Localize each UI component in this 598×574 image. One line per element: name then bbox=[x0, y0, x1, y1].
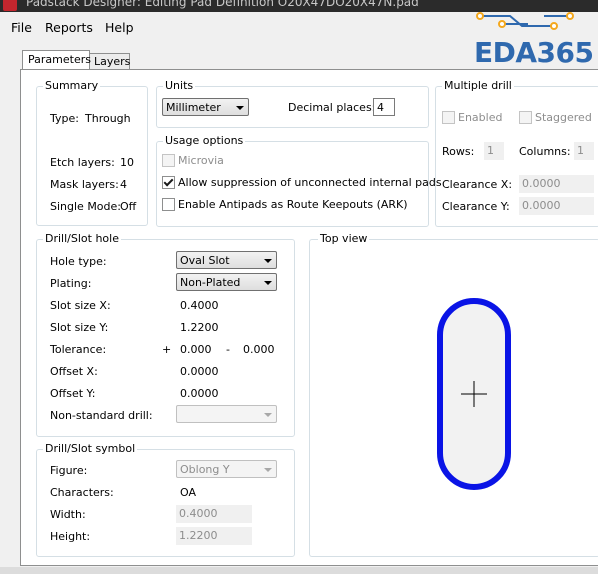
decimal-places-label: Decimal places: bbox=[288, 101, 376, 114]
chevron-down-icon bbox=[264, 413, 272, 417]
clearance-y-input[interactable]: 0.0000 bbox=[519, 197, 594, 215]
type-value: Through bbox=[85, 112, 131, 125]
figure-value: Oblong Y bbox=[180, 463, 230, 476]
plating-value: Non-Plated bbox=[180, 276, 241, 289]
chevron-down-icon bbox=[264, 468, 272, 472]
top-view-group: Top view bbox=[309, 232, 598, 557]
offset-y-label: Offset Y: bbox=[50, 387, 96, 400]
microvia-checkbox[interactable] bbox=[162, 154, 175, 167]
rows-label: Rows: bbox=[442, 145, 475, 158]
offset-y-value[interactable]: 0.0000 bbox=[180, 387, 219, 400]
allow-suppression-label: Allow suppression of unconnected interna… bbox=[178, 176, 442, 189]
hole-type-value: Oval Slot bbox=[180, 254, 230, 267]
figure-label: Figure: bbox=[50, 464, 88, 477]
app-icon bbox=[3, 0, 17, 11]
summary-group: Summary Type: Through Etch layers: 10 Ma… bbox=[36, 79, 148, 226]
figure-select[interactable]: Oblong Y bbox=[176, 460, 277, 478]
tolerance-plus-value[interactable]: 0.000 bbox=[180, 343, 212, 356]
menu-file[interactable]: File bbox=[11, 20, 32, 35]
antipads-label: Enable Antipads as Route Keepouts (ARK) bbox=[178, 198, 408, 211]
menu-reports[interactable]: Reports bbox=[45, 20, 93, 35]
top-view-canvas bbox=[437, 298, 511, 490]
chevron-down-icon bbox=[236, 106, 244, 110]
decimal-places-input[interactable]: 4 bbox=[373, 98, 395, 116]
slot-size-y-value[interactable]: 1.2200 bbox=[180, 321, 219, 334]
drill-slot-hole-title: Drill/Slot hole bbox=[43, 232, 121, 245]
multiple-drill-title: Multiple drill bbox=[442, 79, 514, 92]
hole-type-label: Hole type: bbox=[50, 255, 107, 268]
width-label: Width: bbox=[50, 508, 86, 521]
non-standard-drill-select[interactable] bbox=[176, 405, 277, 423]
offset-x-label: Offset X: bbox=[50, 365, 98, 378]
usage-options-group: Usage options Microvia Allow suppression… bbox=[156, 134, 442, 227]
columns-label: Columns: bbox=[519, 145, 571, 158]
tolerance-label: Tolerance: bbox=[50, 343, 107, 356]
parameters-panel: Summary Type: Through Etch layers: 10 Ma… bbox=[20, 69, 598, 566]
tolerance-minus-sign: - bbox=[226, 343, 230, 356]
drill-slot-hole-group: Drill/Slot hole Hole type: Oval Slot Pla… bbox=[36, 232, 295, 437]
multiple-drill-group: Multiple drill Enabled Staggered Rows: 1… bbox=[435, 79, 598, 227]
tab-parameters[interactable]: Parameters bbox=[22, 50, 91, 69]
units-title: Units bbox=[163, 79, 196, 92]
staggered-checkbox[interactable] bbox=[519, 111, 532, 124]
columns-input[interactable]: 1 bbox=[574, 142, 594, 160]
offset-x-value[interactable]: 0.0000 bbox=[180, 365, 219, 378]
etch-layers-label: Etch layers: bbox=[50, 156, 115, 169]
etch-layers-value: 10 bbox=[120, 156, 134, 169]
tolerance-minus-value[interactable]: 0.000 bbox=[243, 343, 275, 356]
allow-suppression-checkbox[interactable] bbox=[162, 176, 175, 189]
enabled-checkbox[interactable] bbox=[442, 111, 455, 124]
single-mode-value: Off bbox=[120, 200, 137, 213]
characters-value[interactable]: OA bbox=[180, 486, 196, 499]
enabled-label: Enabled bbox=[458, 111, 503, 124]
chevron-down-icon bbox=[264, 259, 272, 263]
clearance-x-label: Clearance X: bbox=[442, 178, 513, 191]
drill-slot-symbol-group: Drill/Slot symbol Figure: Oblong Y Chara… bbox=[36, 442, 295, 557]
tolerance-plus-sign: + bbox=[162, 343, 172, 356]
units-select[interactable]: Millimeter bbox=[162, 98, 249, 116]
staggered-label: Staggered bbox=[535, 111, 592, 124]
eda365-logo-text: EDA365 bbox=[474, 36, 594, 69]
window-title: Padstack Designer: Editing Pad Definitio… bbox=[26, 0, 419, 9]
width-input[interactable]: 0.4000 bbox=[176, 505, 252, 523]
plating-select[interactable]: Non-Plated bbox=[176, 273, 277, 291]
height-label: Height: bbox=[50, 530, 91, 543]
microvia-label: Microvia bbox=[178, 154, 224, 167]
hole-type-select[interactable]: Oval Slot bbox=[176, 251, 277, 269]
units-select-value: Millimeter bbox=[166, 101, 221, 114]
clearance-x-input[interactable]: 0.0000 bbox=[519, 175, 594, 193]
clearance-y-label: Clearance Y: bbox=[442, 200, 510, 213]
usage-options-title: Usage options bbox=[163, 134, 246, 147]
slot-size-x-label: Slot size X: bbox=[50, 299, 111, 312]
characters-label: Characters: bbox=[50, 486, 114, 499]
menu-help[interactable]: Help bbox=[105, 20, 134, 35]
plating-label: Plating: bbox=[50, 277, 92, 290]
summary-title: Summary bbox=[43, 79, 101, 92]
non-standard-drill-label: Non-standard drill: bbox=[50, 409, 153, 422]
chevron-down-icon bbox=[264, 281, 272, 285]
height-input[interactable]: 1.2200 bbox=[176, 527, 252, 545]
mask-layers-label: Mask layers: bbox=[50, 178, 119, 191]
units-group: Units Millimeter Decimal places: 4 bbox=[156, 79, 429, 128]
drill-slot-symbol-title: Drill/Slot symbol bbox=[43, 442, 138, 455]
antipads-checkbox[interactable] bbox=[162, 198, 175, 211]
rows-input[interactable]: 1 bbox=[484, 142, 504, 160]
slot-size-y-label: Slot size Y: bbox=[50, 321, 109, 334]
mask-layers-value: 4 bbox=[120, 178, 127, 191]
window-bottom-edge bbox=[0, 567, 598, 574]
tab-layers[interactable]: Layers bbox=[88, 53, 130, 69]
type-label: Type: bbox=[50, 112, 79, 125]
slot-size-x-value[interactable]: 0.4000 bbox=[180, 299, 219, 312]
single-mode-label: Single Mode: bbox=[50, 200, 121, 213]
